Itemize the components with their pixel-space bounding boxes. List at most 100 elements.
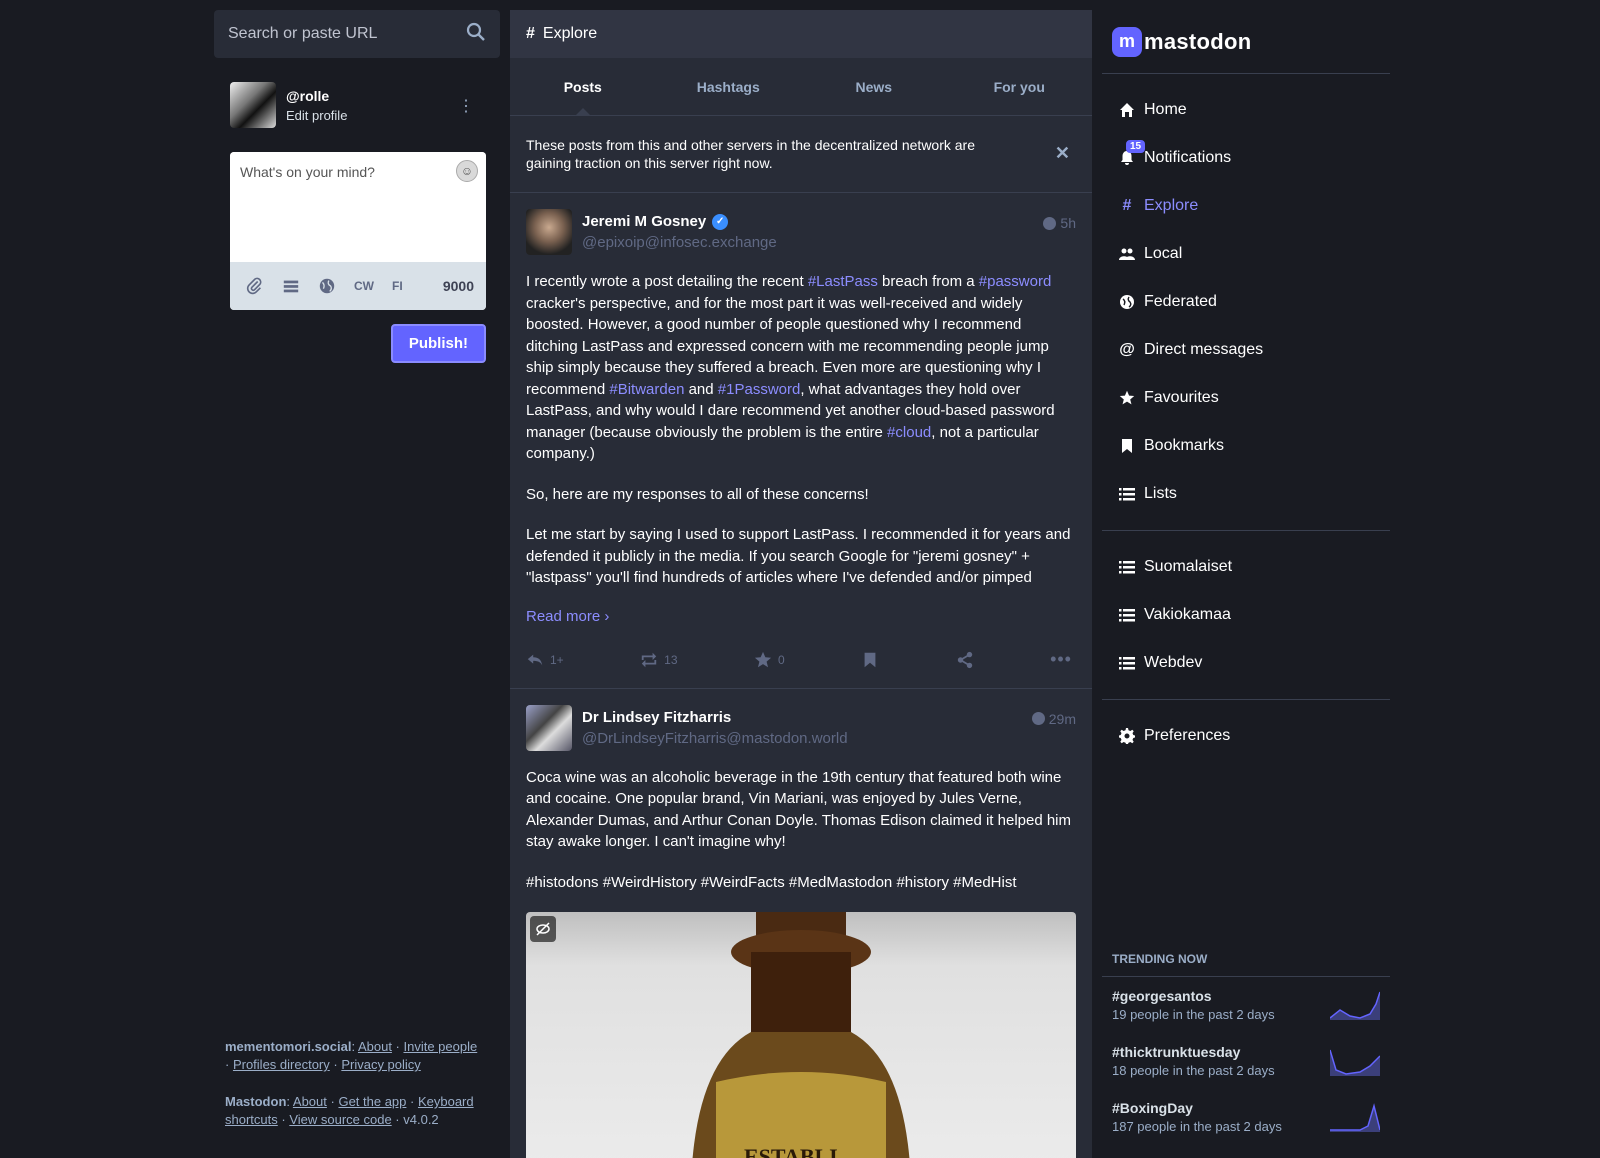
eye-slash-icon[interactable] [530, 916, 556, 942]
nav-bookmarks[interactable]: Bookmarks [1102, 422, 1390, 470]
app-about-link[interactable]: About [293, 1094, 327, 1109]
get-app-link[interactable]: Get the app [338, 1094, 406, 1109]
account-handle[interactable]: @DrLindseyFitzharris@mastodon.world [582, 730, 848, 747]
nav-list-vakiokamaa[interactable]: Vakiokamaa [1102, 591, 1390, 639]
nav-label: Lists [1144, 485, 1177, 502]
favourite-button[interactable]: 0 [754, 651, 785, 669]
display-name[interactable]: Dr Lindsey Fitzharris [582, 709, 731, 726]
notification-badge: 15 [1126, 140, 1146, 153]
status-time[interactable]: 5h [1043, 215, 1076, 231]
avatar[interactable] [526, 209, 572, 255]
status[interactable]: Jeremi M Gosney ✓ @epixoip@infosec.excha… [510, 193, 1092, 689]
server-about-link[interactable]: About [358, 1039, 392, 1054]
status-action-bar: 1+ 13 0 ••• [526, 632, 1076, 688]
reply-button[interactable]: 1+ [526, 651, 564, 669]
column-header[interactable]: # Explore [510, 10, 1092, 58]
boost-button[interactable]: 13 [640, 651, 678, 669]
privacy-policy-link[interactable]: Privacy policy [341, 1057, 420, 1072]
bottle-label-text: ESTABLI [744, 1144, 838, 1158]
trend-item[interactable]: #thicktrunktuesday 18 people in the past… [1102, 1033, 1390, 1089]
trending-panel: TRENDING NOW #georgesantos 19 people in … [1102, 952, 1390, 1145]
source-code-link[interactable]: View source code [289, 1112, 391, 1127]
trend-name[interactable]: #BoxingDay [1112, 1100, 1282, 1116]
account-handle[interactable]: @epixoip@infosec.exchange [582, 234, 777, 251]
sparkline [1330, 1049, 1380, 1076]
nav-preferences[interactable]: Preferences [1102, 712, 1390, 760]
hashtag-link[interactable]: #Bitwarden [609, 381, 684, 398]
nav-label: Explore [1144, 197, 1199, 214]
nav-favourites[interactable]: Favourites [1102, 374, 1390, 422]
status[interactable]: Dr Lindsey Fitzharris @DrLindseyFitzharr… [510, 689, 1092, 1158]
poll-icon[interactable] [282, 277, 300, 295]
tab-news[interactable]: News [801, 58, 947, 115]
nav-explore[interactable]: # Explore [1102, 182, 1390, 230]
link-footer: mementomori.social: About · Invite peopl… [225, 1039, 478, 1127]
mastodon-icon: m [1112, 26, 1142, 57]
list-icon [1118, 655, 1136, 671]
boost-count: 13 [664, 652, 678, 667]
nav-notifications[interactable]: 15 Notifications [1102, 134, 1390, 182]
search-icon[interactable] [466, 22, 486, 47]
nav-label: Direct messages [1144, 341, 1264, 358]
nav-local[interactable]: Local [1102, 230, 1390, 278]
publish-button[interactable]: Publish! [390, 324, 486, 363]
trend-item[interactable]: #georgesantos 19 people in the past 2 da… [1102, 977, 1390, 1033]
emoji-picker-icon[interactable]: ☺ [456, 160, 478, 182]
trend-name[interactable]: #thicktrunktuesday [1112, 1044, 1275, 1060]
trend-item[interactable]: #BoxingDay 187 people in the past 2 days [1102, 1089, 1390, 1145]
bookmark-button[interactable] [861, 651, 879, 669]
share-button[interactable] [956, 651, 974, 669]
relative-time: 29m [1048, 710, 1076, 727]
tab-posts[interactable]: Posts [510, 58, 656, 115]
nav-list-suomalaiset[interactable]: Suomalaiset [1102, 543, 1390, 591]
nav-lists[interactable]: Lists [1102, 470, 1390, 518]
menu-kebab-icon[interactable]: ⋮ [458, 96, 474, 116]
profiles-directory-link[interactable]: Profiles directory [233, 1057, 330, 1072]
nav-label: Home [1144, 101, 1187, 118]
hashtag-link[interactable]: #1Password [718, 381, 801, 398]
nav-label: Favourites [1144, 389, 1219, 406]
status-content: I recently wrote a post detailing the re… [526, 271, 1076, 589]
tab-for-you[interactable]: For you [947, 58, 1093, 115]
language-button[interactable]: FI [392, 279, 403, 293]
trending-title: TRENDING NOW [1102, 952, 1390, 977]
invite-people-link[interactable]: Invite people [404, 1039, 478, 1054]
hashtag-icon: # [526, 25, 535, 42]
profile-handle[interactable]: @rolle [286, 88, 347, 104]
tab-hashtags[interactable]: Hashtags [656, 58, 802, 115]
avatar[interactable] [230, 82, 276, 128]
at-icon: @ [1119, 341, 1135, 358]
reply-icon [527, 654, 543, 665]
edit-profile-link[interactable]: Edit profile [286, 108, 347, 123]
mastodon-logo[interactable]: m mastodon [1102, 10, 1390, 74]
explore-tabs: Posts Hashtags News For you [510, 58, 1092, 116]
trend-name[interactable]: #georgesantos [1112, 988, 1275, 1004]
compose-textarea[interactable] [230, 152, 486, 260]
globe-icon[interactable] [318, 277, 336, 295]
search-input[interactable]: Search or paste URL [228, 25, 377, 43]
content-warning-button[interactable]: CW [354, 279, 374, 293]
display-name[interactable]: Jeremi M Gosney [582, 213, 706, 230]
more-icon[interactable]: ••• [1050, 649, 1072, 670]
close-icon[interactable]: ✕ [1055, 144, 1070, 162]
read-more-link[interactable]: Read more › [526, 608, 609, 625]
version: v4.0.2 [403, 1112, 439, 1127]
nav-label: Notifications [1144, 149, 1232, 166]
gear-icon [1118, 728, 1136, 744]
status-time[interactable]: 29m [1031, 710, 1076, 727]
nav-direct-messages[interactable]: @ Direct messages [1102, 326, 1390, 374]
avatar[interactable] [526, 704, 572, 751]
nav-label: Preferences [1144, 727, 1231, 744]
hashtag-link[interactable]: #cloud [887, 424, 931, 441]
hashtag-link[interactable]: #LastPass [808, 273, 878, 290]
search-box[interactable]: Search or paste URL [214, 10, 500, 58]
nav-home[interactable]: Home [1102, 86, 1390, 134]
media-gallery[interactable]: ESTABLI [526, 912, 1076, 1158]
nav-list-webdev[interactable]: Webdev [1102, 639, 1390, 687]
hashtag-link[interactable]: #password [979, 273, 1052, 290]
hashtag-list[interactable]: #histodons #WeirdHistory #WeirdFacts #Me… [526, 872, 1076, 894]
nav-federated[interactable]: Federated [1102, 278, 1390, 326]
nav-label: Federated [1144, 293, 1217, 310]
paperclip-icon[interactable] [246, 277, 264, 295]
compose-toolbar: CW FI 9000 [230, 262, 486, 310]
